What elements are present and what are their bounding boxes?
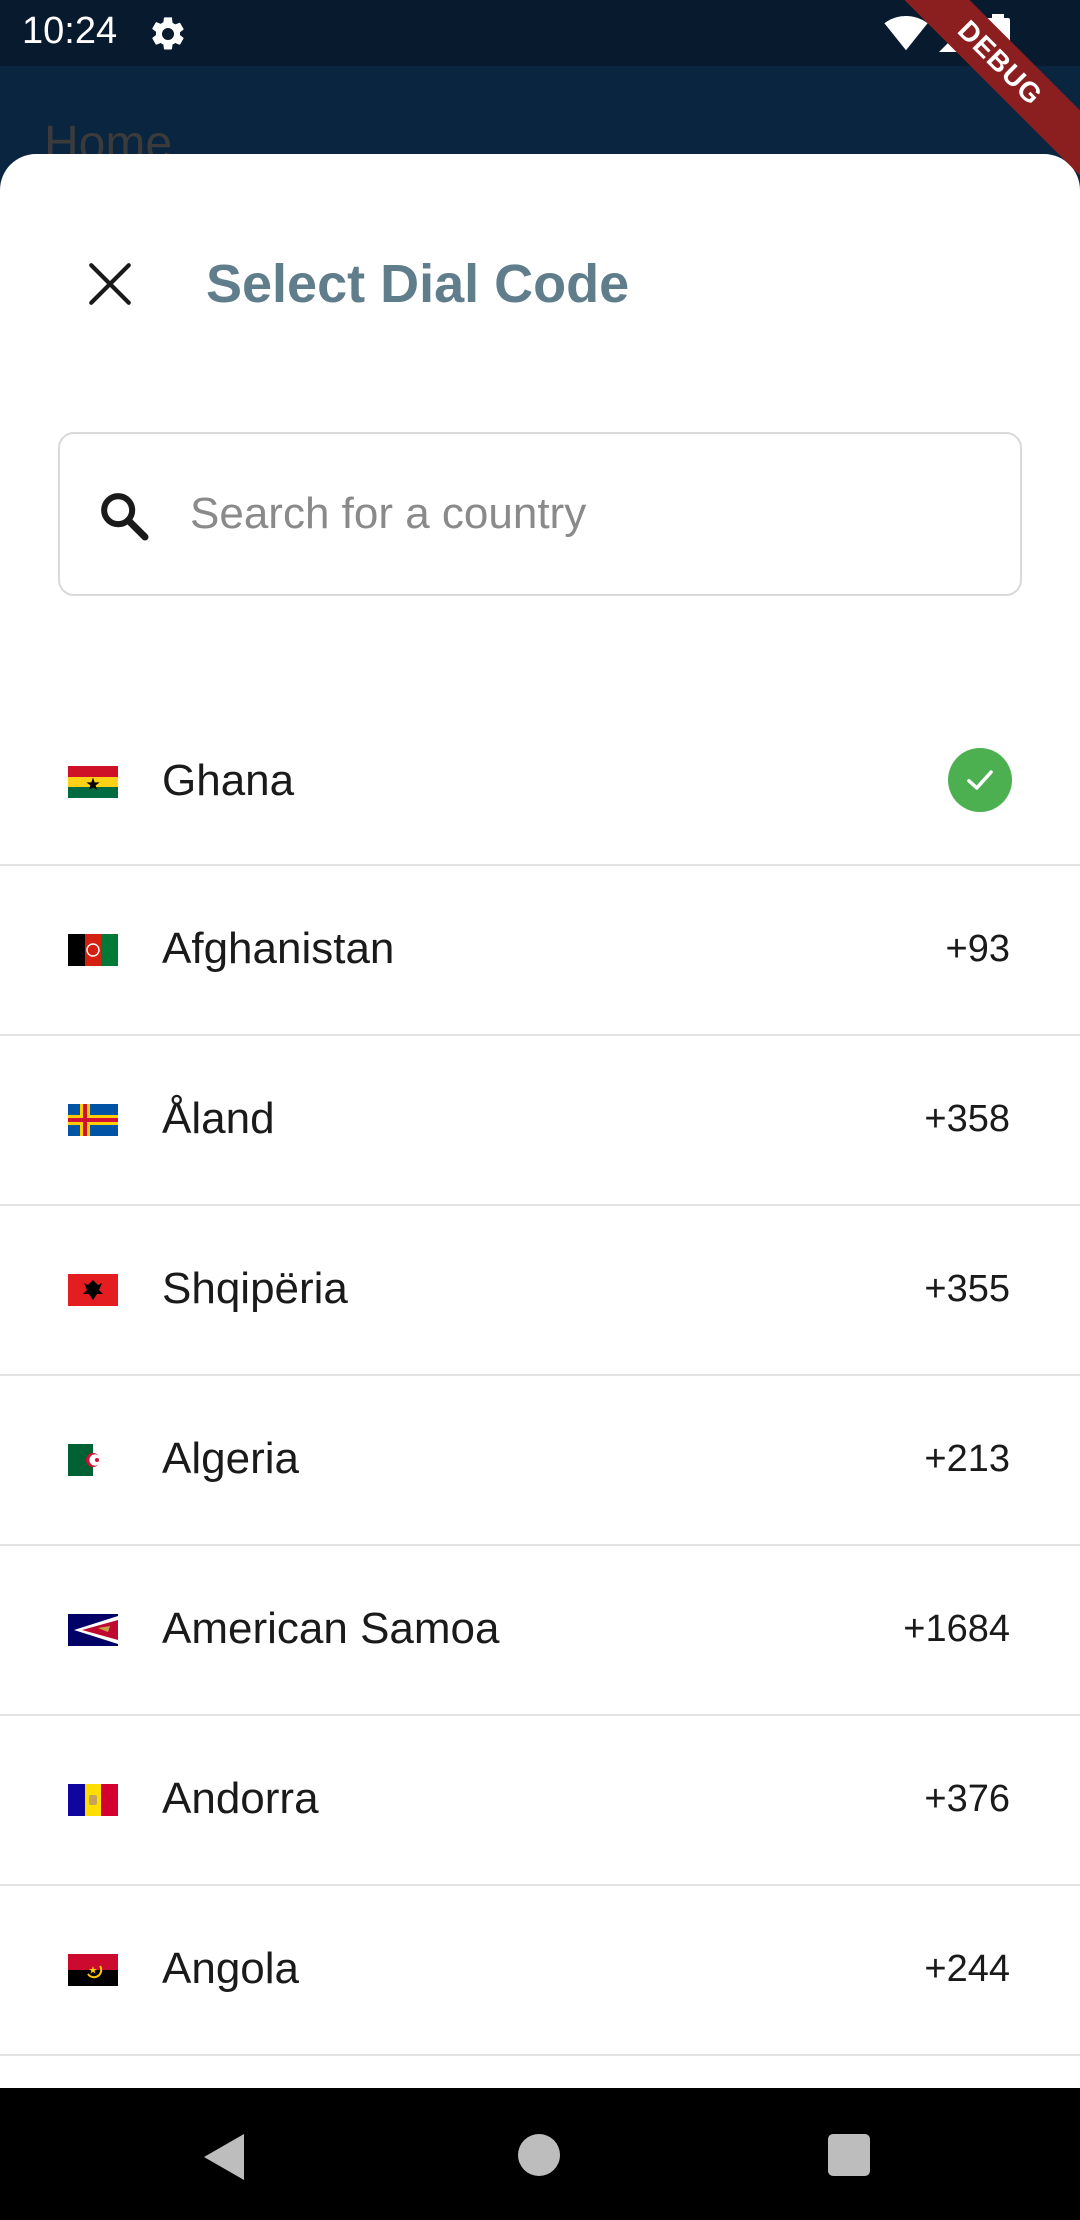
dial-code: +376 xyxy=(924,1778,1010,1820)
home-icon[interactable] xyxy=(518,2134,560,2176)
andorra-flag xyxy=(68,1784,118,1816)
algeria-flag xyxy=(68,1444,118,1476)
country-row-andorra[interactable]: Andorra +376 xyxy=(0,1716,1080,1886)
country-name: Shqipëria xyxy=(162,1264,348,1313)
country-name: American Samoa xyxy=(162,1604,500,1653)
wifi-icon xyxy=(884,16,928,51)
afghanistan-flag xyxy=(68,934,118,966)
country-list: Afghanistan +93 Åland +358 Shqipëria +35… xyxy=(0,866,1080,2056)
aland-flag xyxy=(68,1104,118,1136)
dial-code: +244 xyxy=(924,1948,1010,1990)
country-row-afghanistan[interactable]: Afghanistan +93 xyxy=(0,866,1080,1036)
search-box[interactable] xyxy=(58,432,1022,596)
ghana-flag xyxy=(68,766,118,798)
dial-code: +355 xyxy=(924,1268,1010,1310)
angola-flag xyxy=(68,1954,118,1986)
search-input[interactable] xyxy=(190,434,990,594)
back-icon[interactable] xyxy=(204,2134,248,2180)
recents-icon[interactable] xyxy=(828,2134,870,2176)
sheet-header: Select Dial Code xyxy=(0,154,1080,394)
country-row-algeria[interactable]: Algeria +213 xyxy=(0,1376,1080,1546)
gear-icon xyxy=(152,17,184,50)
dial-code: +358 xyxy=(924,1098,1010,1140)
sheet-title: Select Dial Code xyxy=(206,254,630,314)
country-row-albania[interactable]: Shqipëria +355 xyxy=(0,1206,1080,1376)
country-row-angola[interactable]: Angola +244 xyxy=(0,1886,1080,2056)
dial-code: +93 xyxy=(945,928,1010,970)
dial-code: +213 xyxy=(924,1438,1010,1480)
dial-code-sheet: Select Dial Code Ghana xyxy=(0,154,1080,2088)
country-name: Andorra xyxy=(162,1774,319,1823)
status-time: 10:24 xyxy=(22,10,118,52)
albania-flag xyxy=(68,1274,118,1306)
american-samoa-flag xyxy=(68,1614,118,1646)
close-button[interactable] xyxy=(70,244,150,324)
country-name: Algeria xyxy=(162,1434,299,1483)
country-name: Angola xyxy=(162,1944,300,1993)
close-icon xyxy=(89,263,131,305)
navigation-bar xyxy=(0,2088,1080,2220)
country-row-american-samoa[interactable]: American Samoa +1684 xyxy=(0,1546,1080,1716)
search-icon xyxy=(101,493,149,541)
selected-country-name: Ghana xyxy=(162,756,295,805)
selected-country-row[interactable]: Ghana xyxy=(0,678,1080,866)
screen: 10:24 DEBUG Home Select Dial Code Search… xyxy=(0,0,1080,2220)
country-row-aland[interactable]: Åland +358 xyxy=(0,1036,1080,1206)
country-name: Åland xyxy=(162,1094,275,1143)
country-name: Afghanistan xyxy=(162,924,395,973)
check-icon xyxy=(948,748,1012,812)
dial-code: +1684 xyxy=(903,1608,1010,1650)
